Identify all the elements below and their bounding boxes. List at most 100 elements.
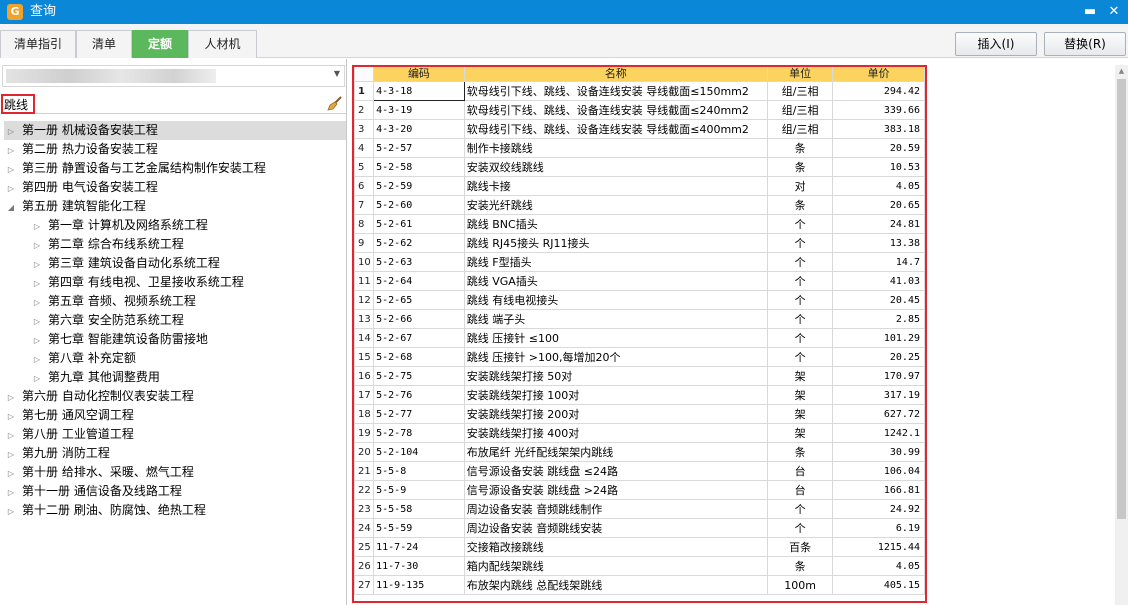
name-cell[interactable]: 安装跳线架打接 50对 [463,366,768,386]
collapsed-arrow-icon[interactable]: ▷ [30,312,44,331]
library-select[interactable]: ▼ [2,65,345,87]
unit-cell[interactable]: 台 [766,461,834,481]
name-cell[interactable]: 箱内配线架跳线 [463,556,768,576]
price-cell[interactable]: 24.81 [832,214,925,234]
insert-button[interactable]: 插入(I) [955,32,1037,56]
name-cell[interactable]: 信号源设备安装 跳线盘 >24路 [463,480,768,500]
collapsed-arrow-icon[interactable]: ▷ [4,464,18,483]
price-cell[interactable]: 13.38 [832,233,925,253]
price-cell[interactable]: 339.66 [832,100,925,120]
tree-node[interactable]: ▷ 第八章 补充定额 [30,349,346,368]
code-cell[interactable]: 4-3-19 [373,100,465,120]
price-cell[interactable]: 166.81 [832,480,925,500]
code-cell[interactable]: 5-2-66 [373,309,465,329]
vertical-scrollbar[interactable]: ▲ [1115,65,1128,605]
tree-node[interactable]: ▷ 第一册 机械设备安装工程 [4,121,346,140]
table-row[interactable]: 3 4-3-20 软母线引下线、跳线、设备连线安装 导线截面≤400mm2 组/三相 3… [353,119,925,139]
unit-cell[interactable]: 组/三相 [766,100,834,120]
code-cell[interactable]: 5-2-58 [373,157,465,177]
name-cell[interactable]: 交接箱改接跳线 [463,537,768,557]
unit-cell[interactable]: 个 [766,252,834,272]
unit-cell[interactable]: 个 [766,290,834,310]
code-cell[interactable]: 5-2-59 [373,176,465,196]
price-cell[interactable]: 20.59 [832,138,925,158]
table-row[interactable]: 10 5-2-63 跳线 F型插头个 14.7 [353,252,925,272]
price-cell[interactable]: 627.72 [832,404,925,424]
table-row[interactable]: 7 5-2-60 安装光纤跳线条 20.65 [353,195,925,215]
table-row[interactable]: 1 4-3-18 软母线引下线、跳线、设备连线安装 导线截面≤150mm2 组/三相 2… [353,81,925,101]
minimize-window-icon[interactable]: ▬ [1080,2,1100,22]
scroll-up-icon[interactable]: ▲ [1115,65,1128,78]
code-cell[interactable]: 11-7-30 [373,556,465,576]
tree-node[interactable]: ◢ 第五册 建筑智能化工程 [4,197,346,216]
code-cell[interactable]: 5-2-68 [373,347,465,367]
code-cell[interactable]: 4-3-18 [373,81,465,101]
name-cell[interactable]: 安装双绞线跳线 [463,157,768,177]
unit-cell[interactable]: 架 [766,423,834,443]
price-cell[interactable]: 4.05 [832,556,925,576]
code-cell[interactable]: 5-5-8 [373,461,465,481]
price-cell[interactable]: 383.18 [832,119,925,139]
unit-cell[interactable]: 个 [766,499,834,519]
collapsed-arrow-icon[interactable]: ▷ [30,369,44,388]
collapsed-arrow-icon[interactable]: ▷ [30,217,44,236]
collapsed-arrow-icon[interactable]: ▷ [4,502,18,521]
name-cell[interactable]: 周边设备安装 音频跳线安装 [463,518,768,538]
collapsed-arrow-icon[interactable]: ▷ [4,179,18,198]
price-cell[interactable]: 294.42 [832,81,925,101]
unit-cell[interactable]: 个 [766,309,834,329]
price-cell[interactable]: 2.85 [832,309,925,329]
table-row[interactable]: 16 5-2-75 安装跳线架打接 50对架 170.97 [353,366,925,386]
chevron-down-icon[interactable]: ▼ [334,69,340,78]
name-cell[interactable]: 跳线 RJ45接头 RJ11接头 [463,233,768,253]
table-row[interactable]: 13 5-2-66 跳线 端子头个 2.85 [353,309,925,329]
name-cell[interactable]: 布放架内跳线 总配线架跳线 [463,575,768,595]
collapsed-arrow-icon[interactable]: ▷ [30,236,44,255]
collapsed-arrow-icon[interactable]: ▷ [30,350,44,369]
table-row[interactable]: 11 5-2-64 跳线 VGA插头个 41.03 [353,271,925,291]
table-row[interactable]: 19 5-2-78 安装跳线架打接 400对架 1242.1 [353,423,925,443]
code-cell[interactable]: 5-5-9 [373,480,465,500]
name-cell[interactable]: 软母线引下线、跳线、设备连线安装 导线截面≤240mm2 [463,100,768,120]
collapsed-arrow-icon[interactable]: ▷ [30,331,44,350]
tree-node[interactable]: ▷ 第四册 电气设备安装工程 [4,178,346,197]
collapsed-arrow-icon[interactable]: ▷ [30,274,44,293]
code-cell[interactable]: 5-2-61 [373,214,465,234]
code-cell[interactable]: 5-2-77 [373,404,465,424]
table-row[interactable]: 14 5-2-67 跳线 压接针 ≤100 个 101.29 [353,328,925,348]
tab-quota[interactable]: 定额 [132,30,188,58]
code-cell[interactable]: 5-2-76 [373,385,465,405]
tab-labor-material-machine[interactable]: 人材机 [188,30,257,58]
price-cell[interactable]: 101.29 [832,328,925,348]
unit-cell[interactable]: 个 [766,347,834,367]
collapsed-arrow-icon[interactable]: ▷ [4,160,18,179]
tree-node[interactable]: ▷ 第六册 自动化控制仪表安装工程 [4,387,346,406]
code-cell[interactable]: 5-2-65 [373,290,465,310]
unit-cell[interactable]: 条 [766,556,834,576]
name-cell[interactable]: 软母线引下线、跳线、设备连线安装 导线截面≤150mm2 [463,81,768,101]
tab-bill-guide[interactable]: 清单指引 [0,30,76,58]
price-cell[interactable]: 20.45 [832,290,925,310]
code-cell[interactable]: 5-2-75 [373,366,465,386]
code-cell[interactable]: 5-2-104 [373,442,465,462]
column-header-price[interactable]: 单价 [832,65,925,82]
tree-node[interactable]: ▷ 第十册 给排水、采暖、燃气工程 [4,463,346,482]
unit-cell[interactable]: 个 [766,328,834,348]
tree-node[interactable]: ▷ 第七章 智能建筑设备防雷接地 [30,330,346,349]
tab-bill[interactable]: 清单 [76,30,132,58]
column-header-code[interactable]: 编码 [373,65,465,82]
table-row[interactable]: 12 5-2-65 跳线 有线电视接头个 20.45 [353,290,925,310]
table-row[interactable]: 20 5-2-104 布放尾纤 光纤配线架架内跳线条 30.99 [353,442,925,462]
price-cell[interactable]: 317.19 [832,385,925,405]
column-header-name[interactable]: 名称 [463,65,768,82]
name-cell[interactable]: 布放尾纤 光纤配线架架内跳线 [463,442,768,462]
table-row[interactable]: 9 5-2-62 跳线 RJ45接头 RJ11接头个 13.38 [353,233,925,253]
tree-node[interactable]: ▷ 第七册 通风空调工程 [4,406,346,425]
tree-node[interactable]: ▷ 第四章 有线电视、卫星接收系统工程 [30,273,346,292]
unit-cell[interactable]: 组/三相 [766,119,834,139]
code-cell[interactable]: 5-2-78 [373,423,465,443]
replace-button[interactable]: 替换(R) [1044,32,1126,56]
tree-node[interactable]: ▷ 第十一册 通信设备及线路工程 [4,482,346,501]
tree-node[interactable]: ▷ 第二册 热力设备安装工程 [4,140,346,159]
collapsed-arrow-icon[interactable]: ▷ [4,426,18,445]
